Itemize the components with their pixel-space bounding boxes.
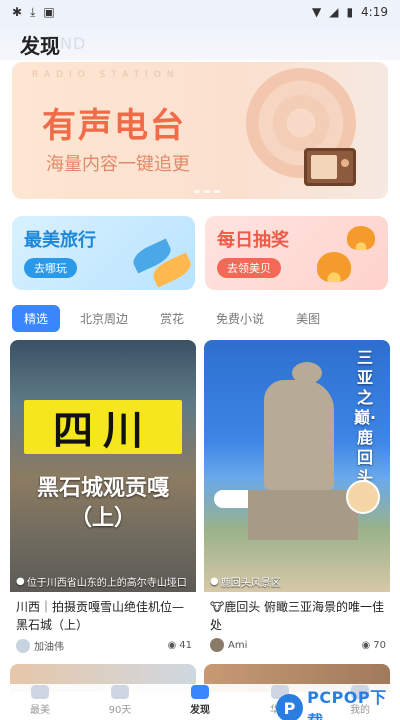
image-overlay-line2: （上） xyxy=(69,506,136,531)
banner-watermark: RADIO STATION xyxy=(32,70,180,80)
sticker-icon xyxy=(346,480,380,514)
nav-label: 最美 xyxy=(30,705,50,716)
views-count: ◉ 41 xyxy=(168,640,192,651)
location-label: ● 鹿回头风景区 xyxy=(210,574,281,589)
post-meta: Ami ◉ 70 xyxy=(210,638,386,652)
banner-title: 有声电台 xyxy=(42,106,186,146)
avatar[interactable] xyxy=(210,638,224,652)
lottery-claim-button[interactable]: 去领美贝 xyxy=(217,258,281,278)
location-pin-icon: ● xyxy=(16,576,25,587)
views-count: ◉ 70 xyxy=(362,640,386,651)
shell-icon xyxy=(347,226,375,250)
signal-icon: ◢ xyxy=(329,5,339,19)
watermark-logo-icon: P xyxy=(276,694,304,720)
nav-label: 发现 xyxy=(190,705,210,716)
nav-item-home[interactable]: 最美 xyxy=(10,685,70,716)
views-value: 70 xyxy=(373,639,386,651)
site-watermark: P PCPOP下载 xyxy=(276,684,400,720)
radio-station-banner[interactable]: RADIO STATION 有声电台 海量内容一键追更 xyxy=(12,62,388,199)
feed-card[interactable]: 四川 黑石城观贡嘎 （上） ● 位于川西省山东的上的高尔寺山垭口 川西｜拍摄贡嘎… xyxy=(10,340,196,658)
banner-pagination xyxy=(194,190,220,193)
wifi-icon: ▼ xyxy=(311,5,322,19)
nav-item-90days[interactable]: 90天 xyxy=(90,685,150,716)
watermark-text: PCPOP下载 xyxy=(307,688,387,720)
location-text: 鹿回头风景区 xyxy=(220,578,281,589)
statue-shape xyxy=(264,380,334,490)
eye-icon: ◉ xyxy=(167,640,177,651)
statue-base-shape xyxy=(248,490,358,540)
location-text: 位于川西省山东的上的高尔寺山垭口 xyxy=(26,578,187,589)
nav-item-discover[interactable]: 发现 xyxy=(170,685,230,716)
post-meta: 加油伟 ◉ 41 xyxy=(16,638,192,653)
post-image[interactable]: 四川 黑石城观贡嘎 （上） ● 位于川西省山东的上的高尔寺山垭口 xyxy=(10,340,196,592)
calendar-icon xyxy=(111,685,129,699)
tab-featured[interactable]: 精选 xyxy=(12,304,61,332)
status-bar: ✱ ⤓ ▣ ▼ ◢ ▮ 4:19 xyxy=(0,0,400,24)
author-name[interactable]: Ami xyxy=(228,640,247,651)
post-image[interactable]: 三亚之巅·鹿回头 ● 鹿回头风景区 xyxy=(204,340,390,592)
home-icon xyxy=(31,685,49,699)
avatar[interactable] xyxy=(16,638,30,653)
page-title: 发现 xyxy=(20,34,60,58)
gallery-icon: ▣ xyxy=(43,5,55,19)
shell-icon xyxy=(317,252,351,282)
download-icon: ⤓ xyxy=(30,5,36,19)
radio-icon xyxy=(304,148,356,186)
tab-beijing-nearby[interactable]: 北京周边 xyxy=(68,305,140,332)
page-header: ND 发现 xyxy=(0,24,400,60)
nav-label: 90天 xyxy=(108,705,132,716)
eye-icon: ◉ xyxy=(361,639,371,651)
travel-card-title: 最美旅行 xyxy=(24,230,96,251)
views-value: 41 xyxy=(179,640,192,651)
banner-subtitle: 海量内容一键追更 xyxy=(46,154,190,175)
usb-icon: ✱ xyxy=(12,5,23,19)
discover-icon xyxy=(191,685,209,699)
travel-card[interactable]: 最美旅行 去哪玩 xyxy=(12,216,195,290)
tab-pictures[interactable]: 美图 xyxy=(284,305,332,332)
lottery-card[interactable]: 每日抽奖 去领美贝 xyxy=(205,216,388,290)
header-ghost-text: ND xyxy=(60,34,87,53)
location-label: ● 位于川西省山东的上的高尔寺山垭口 xyxy=(16,574,187,589)
battery-icon: ▮ xyxy=(346,5,354,19)
image-vertical-title: 三亚之巅·鹿回头 xyxy=(353,348,377,487)
category-tabs: 精选 北京周边 赏花 免费小说 美图 xyxy=(12,304,388,332)
travel-go-button[interactable]: 去哪玩 xyxy=(24,258,77,278)
status-time: 4:19 xyxy=(361,5,388,19)
post-caption[interactable]: 🐮鹿回头 俯瞰三亚海景的唯一佳处 xyxy=(210,598,386,634)
post-caption[interactable]: 川西｜拍摄贡嘎雪山绝佳机位—黑石城（上） xyxy=(16,598,192,634)
tab-flowers[interactable]: 赏花 xyxy=(148,305,196,332)
location-pin-icon: ● xyxy=(210,576,219,587)
tab-free-novels[interactable]: 免费小说 xyxy=(204,305,276,332)
feed-card[interactable]: 三亚之巅·鹿回头 ● 鹿回头风景区 🐮鹿回头 俯瞰三亚海景的唯一佳处 Ami ◉… xyxy=(204,340,390,658)
author-name[interactable]: 加油伟 xyxy=(34,638,64,653)
image-overlay-main: 四川 xyxy=(53,408,153,454)
lottery-card-title: 每日抽奖 xyxy=(217,230,289,251)
image-overlay-line1: 黑石城观贡嘎 xyxy=(36,476,169,501)
